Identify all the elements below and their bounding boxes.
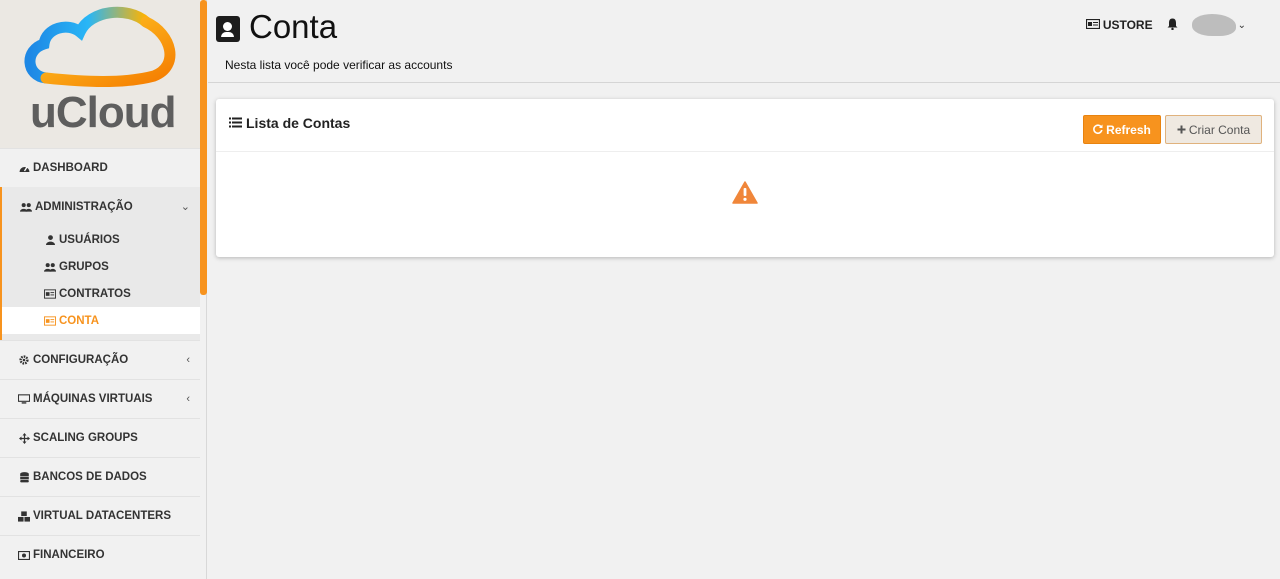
cubes-icon — [18, 510, 30, 522]
chevron-down-icon[interactable]: ⌄ — [1238, 20, 1246, 31]
sidebar-nav: DASHBOARD ADMINISTRAÇÃO ⌄ USUÁRIOS GRUPO… — [0, 148, 200, 574]
page-header: Conta Nesta lista você pode verificar as… — [208, 0, 1280, 83]
sidebar-item-label: CONTA — [59, 314, 100, 327]
sidebar-item-financeiro[interactable]: FINANCEIRO — [0, 535, 200, 574]
sidebar-item-label: CONTRATOS — [59, 287, 131, 300]
panel-title: Lista de Contas — [229, 115, 350, 131]
sidebar-item-configuracao[interactable]: CONFIGURAÇÃO ‹ — [0, 340, 200, 379]
arrows-icon — [18, 432, 30, 444]
bell-icon[interactable] — [1167, 18, 1178, 33]
accounts-panel: Lista de Contas Refresh Criar Conta — [216, 99, 1274, 257]
user-icon — [44, 234, 56, 245]
database-icon — [18, 471, 30, 483]
sidebar-item-label: VIRTUAL DATACENTERS — [33, 510, 171, 522]
sidebar-item-virtual-datacenters[interactable]: VIRTUAL DATACENTERS — [0, 496, 200, 535]
sidebar-scrollbar[interactable] — [200, 0, 207, 295]
plus-icon — [1177, 123, 1186, 137]
sidebar-item-label: CONFIGURAÇÃO — [33, 354, 129, 366]
sidebar-item-bancos-de-dados[interactable]: BANCOS DE DADOS — [0, 457, 200, 496]
sidebar-item-contratos[interactable]: CONTRATOS — [2, 280, 200, 307]
sidebar: uCloud DASHBOARD ADMINISTRAÇÃO ⌄ USUÁRIO… — [0, 0, 207, 579]
chevron-left-icon: ‹ — [186, 393, 190, 405]
sidebar-group-administracao: ADMINISTRAÇÃO ⌄ USUÁRIOS GRUPOS CONTRATO… — [0, 187, 200, 340]
sidebar-item-label: ADMINISTRAÇÃO — [35, 200, 133, 213]
create-account-button[interactable]: Criar Conta — [1165, 115, 1262, 144]
list-icon — [229, 115, 242, 131]
refresh-label: Refresh — [1106, 122, 1151, 137]
sidebar-item-label: GRUPOS — [59, 260, 109, 273]
panel-title-text: Lista de Contas — [246, 115, 351, 131]
panel-header: Lista de Contas Refresh Criar Conta — [216, 99, 1274, 152]
id-card-icon — [1085, 18, 1100, 32]
sidebar-item-conta[interactable]: CONTA — [2, 307, 200, 334]
sidebar-item-label: BANCOS DE DADOS — [33, 471, 147, 483]
sidebar-item-label: DASHBOARD — [33, 162, 108, 174]
sidebar-item-scaling-groups[interactable]: SCALING GROUPS — [0, 418, 200, 457]
page-subtitle: Nesta lista você pode verificar as accou… — [225, 58, 453, 72]
brand-name: uCloud — [30, 88, 177, 137]
top-right-controls: USTORE ⌄ — [1085, 14, 1246, 36]
page-title: Conta — [249, 8, 338, 45]
sidebar-item-label: FINANCEIRO — [33, 549, 105, 561]
store-name: USTORE — [1102, 18, 1153, 32]
users-icon — [44, 262, 56, 272]
users-icon — [20, 201, 32, 213]
store-selector[interactable]: USTORE — [1085, 18, 1153, 32]
id-card-icon — [44, 315, 56, 326]
cloud-logo-icon — [24, 6, 176, 87]
dashboard-icon — [18, 162, 30, 174]
sidebar-item-label: SCALING GROUPS — [33, 432, 138, 444]
sidebar-item-grupos[interactable]: GRUPOS — [2, 253, 200, 280]
avatar[interactable] — [1191, 14, 1236, 36]
gear-icon — [18, 354, 30, 366]
create-account-label: Criar Conta — [1188, 122, 1251, 137]
refresh-button[interactable]: Refresh — [1083, 115, 1161, 144]
sidebar-item-maquinas-virtuais[interactable]: MÁQUINAS VIRTUAIS ‹ — [0, 379, 200, 418]
chevron-down-icon: ⌄ — [180, 201, 190, 213]
refresh-icon — [1093, 123, 1103, 137]
money-icon — [18, 549, 30, 561]
sidebar-item-label: USUÁRIOS — [59, 233, 120, 246]
id-card-icon — [44, 288, 56, 299]
warning-icon — [732, 181, 758, 209]
chevron-left-icon: ‹ — [186, 354, 190, 366]
sidebar-item-dashboard[interactable]: DASHBOARD — [0, 148, 200, 187]
logo: uCloud — [0, 0, 200, 148]
sidebar-item-usuarios[interactable]: USUÁRIOS — [2, 226, 200, 253]
address-book-icon — [216, 16, 240, 42]
monitor-icon — [18, 393, 30, 405]
sidebar-item-administracao[interactable]: ADMINISTRAÇÃO ⌄ — [2, 187, 200, 226]
admin-submenu: USUÁRIOS GRUPOS CONTRATOS CONTA — [2, 226, 200, 340]
sidebar-item-label: MÁQUINAS VIRTUAIS — [33, 393, 153, 405]
